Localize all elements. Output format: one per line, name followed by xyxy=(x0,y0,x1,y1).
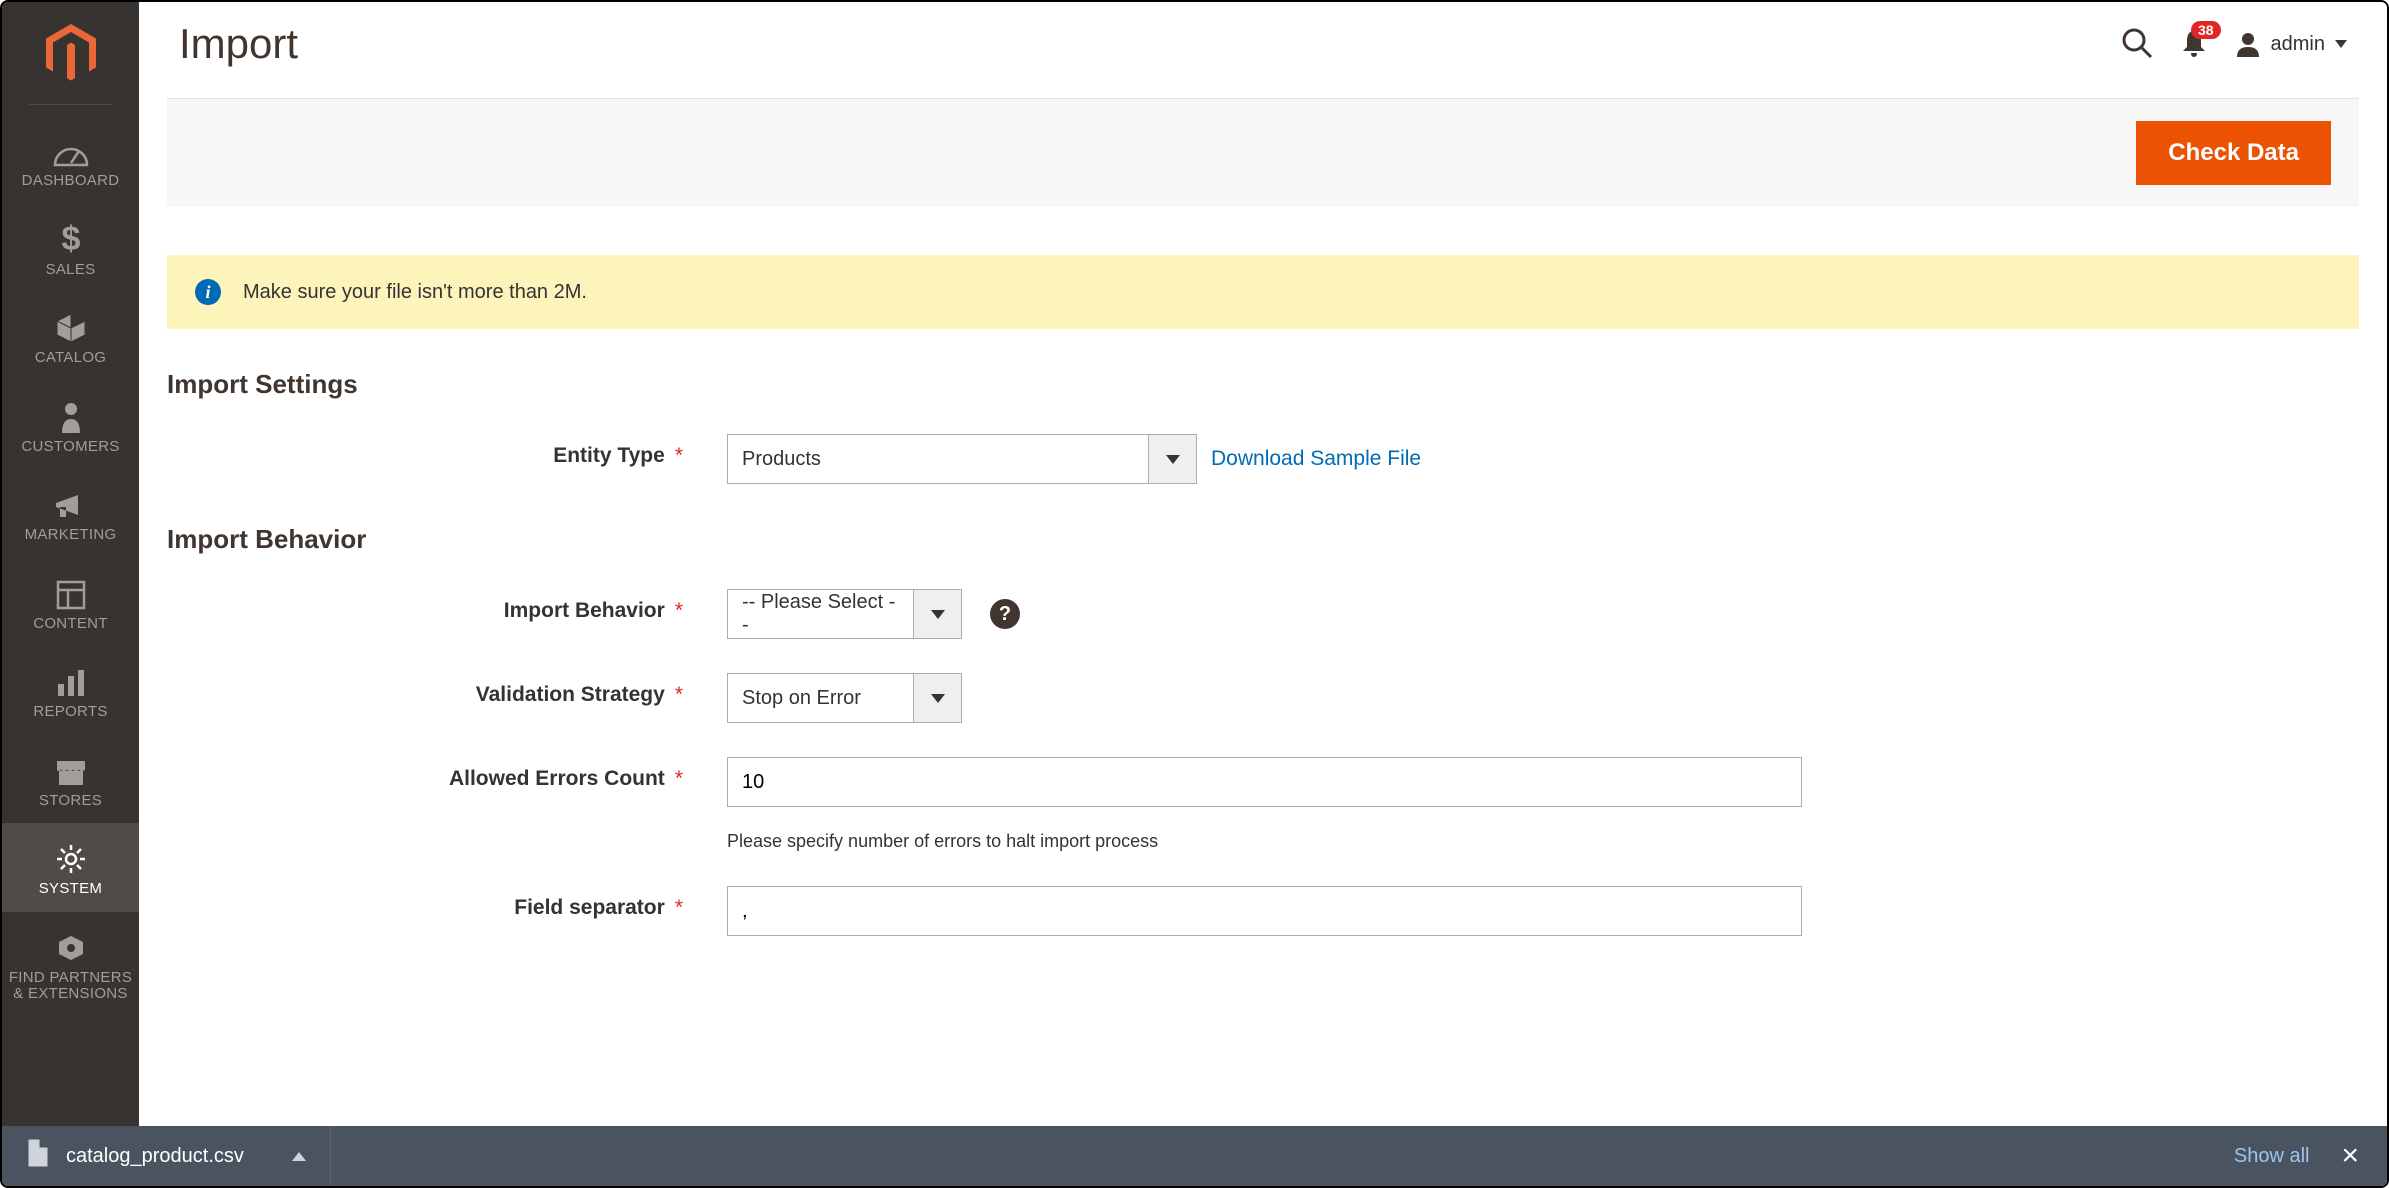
sidebar: DASHBOARD $ SALES CATALOG CUSTOMERS MARK… xyxy=(2,2,139,1186)
import-behavior-select[interactable]: -- Please Select -- xyxy=(727,589,962,639)
select-trigger[interactable] xyxy=(913,590,961,638)
validation-strategy-label: Validation Strategy* xyxy=(167,673,727,707)
chevron-up-icon xyxy=(292,1152,306,1161)
field-separator-label: Field separator* xyxy=(167,886,727,920)
user-menu[interactable]: admin xyxy=(2235,31,2347,57)
stores-icon xyxy=(8,751,133,787)
sidebar-label: FIND PARTNERS & EXTENSIONS xyxy=(8,970,133,1003)
sidebar-label: SYSTEM xyxy=(8,881,133,898)
sidebar-label: CUSTOMERS xyxy=(8,439,133,456)
catalog-icon xyxy=(8,308,133,344)
chevron-down-icon xyxy=(1166,455,1180,464)
partners-icon xyxy=(8,928,133,964)
marketing-icon xyxy=(8,485,133,521)
sidebar-item-dashboard[interactable]: DASHBOARD xyxy=(2,115,139,204)
sidebar-divider xyxy=(29,104,111,105)
system-icon xyxy=(8,839,133,875)
sidebar-label: DASHBOARD xyxy=(8,173,133,190)
entity-type-label: Entity Type* xyxy=(167,434,727,468)
select-trigger[interactable] xyxy=(913,674,961,722)
sidebar-item-catalog[interactable]: CATALOG xyxy=(2,292,139,381)
sidebar-label: STORES xyxy=(8,793,133,810)
download-filename: catalog_product.csv xyxy=(66,1145,244,1168)
sidebar-item-marketing[interactable]: MARKETING xyxy=(2,469,139,558)
chevron-down-icon xyxy=(931,610,945,619)
sidebar-label: SALES xyxy=(8,262,133,279)
allowed-errors-label: Allowed Errors Count* xyxy=(167,757,727,791)
file-icon xyxy=(26,1139,48,1173)
sidebar-item-customers[interactable]: CUSTOMERS xyxy=(2,381,139,470)
sidebar-item-stores[interactable]: STORES xyxy=(2,735,139,824)
sidebar-item-system[interactable]: SYSTEM xyxy=(2,823,139,912)
info-message-text: Make sure your file isn't more than 2M. xyxy=(243,281,587,304)
chevron-down-icon xyxy=(2335,40,2347,48)
sidebar-label: CONTENT xyxy=(8,616,133,633)
svg-text:$: $ xyxy=(61,222,80,256)
download-sample-link[interactable]: Download Sample File xyxy=(1211,447,1421,471)
sidebar-label: REPORTS xyxy=(8,704,133,721)
download-bar: catalog_product.csv Show all × xyxy=(2,1126,2387,1186)
reports-icon xyxy=(8,662,133,698)
import-settings-heading: Import Settings xyxy=(167,369,2359,400)
notifications-button[interactable]: 38 xyxy=(2181,29,2207,60)
info-icon: i xyxy=(195,279,221,305)
magento-logo[interactable] xyxy=(2,2,139,104)
chevron-down-icon xyxy=(931,694,945,703)
sidebar-item-sales[interactable]: $ SALES xyxy=(2,204,139,293)
help-icon[interactable]: ? xyxy=(990,599,1020,629)
download-item[interactable]: catalog_product.csv xyxy=(2,1126,331,1186)
check-data-button[interactable]: Check Data xyxy=(2136,121,2331,185)
sidebar-item-partners[interactable]: FIND PARTNERS & EXTENSIONS xyxy=(2,912,139,1017)
sidebar-label: CATALOG xyxy=(8,350,133,367)
sales-icon: $ xyxy=(8,220,133,256)
dashboard-icon xyxy=(8,131,133,167)
allowed-errors-hint: Please specify number of errors to halt … xyxy=(727,831,1158,852)
field-separator-input[interactable] xyxy=(727,886,1802,936)
page-header: Import 38 admin xyxy=(139,2,2387,98)
sidebar-item-content[interactable]: CONTENT xyxy=(2,558,139,647)
show-all-link[interactable]: Show all xyxy=(2234,1145,2310,1168)
info-message: i Make sure your file isn't more than 2M… xyxy=(167,255,2359,329)
page-title: Import xyxy=(179,20,2121,68)
action-bar: Check Data xyxy=(167,98,2359,207)
notification-badge: 38 xyxy=(2191,21,2221,39)
entity-type-select[interactable]: Products xyxy=(727,434,1197,484)
sidebar-label: MARKETING xyxy=(8,527,133,544)
user-icon xyxy=(2235,31,2261,57)
user-label: admin xyxy=(2271,33,2325,56)
import-behavior-heading: Import Behavior xyxy=(167,524,2359,555)
sidebar-item-reports[interactable]: REPORTS xyxy=(2,646,139,735)
content-icon xyxy=(8,574,133,610)
search-icon[interactable] xyxy=(2121,27,2153,62)
select-trigger[interactable] xyxy=(1148,435,1196,483)
close-icon[interactable]: × xyxy=(2341,1141,2359,1171)
import-behavior-label: Import Behavior* xyxy=(167,589,727,623)
customers-icon xyxy=(8,397,133,433)
allowed-errors-input[interactable] xyxy=(727,757,1802,807)
validation-strategy-select[interactable]: Stop on Error xyxy=(727,673,962,723)
